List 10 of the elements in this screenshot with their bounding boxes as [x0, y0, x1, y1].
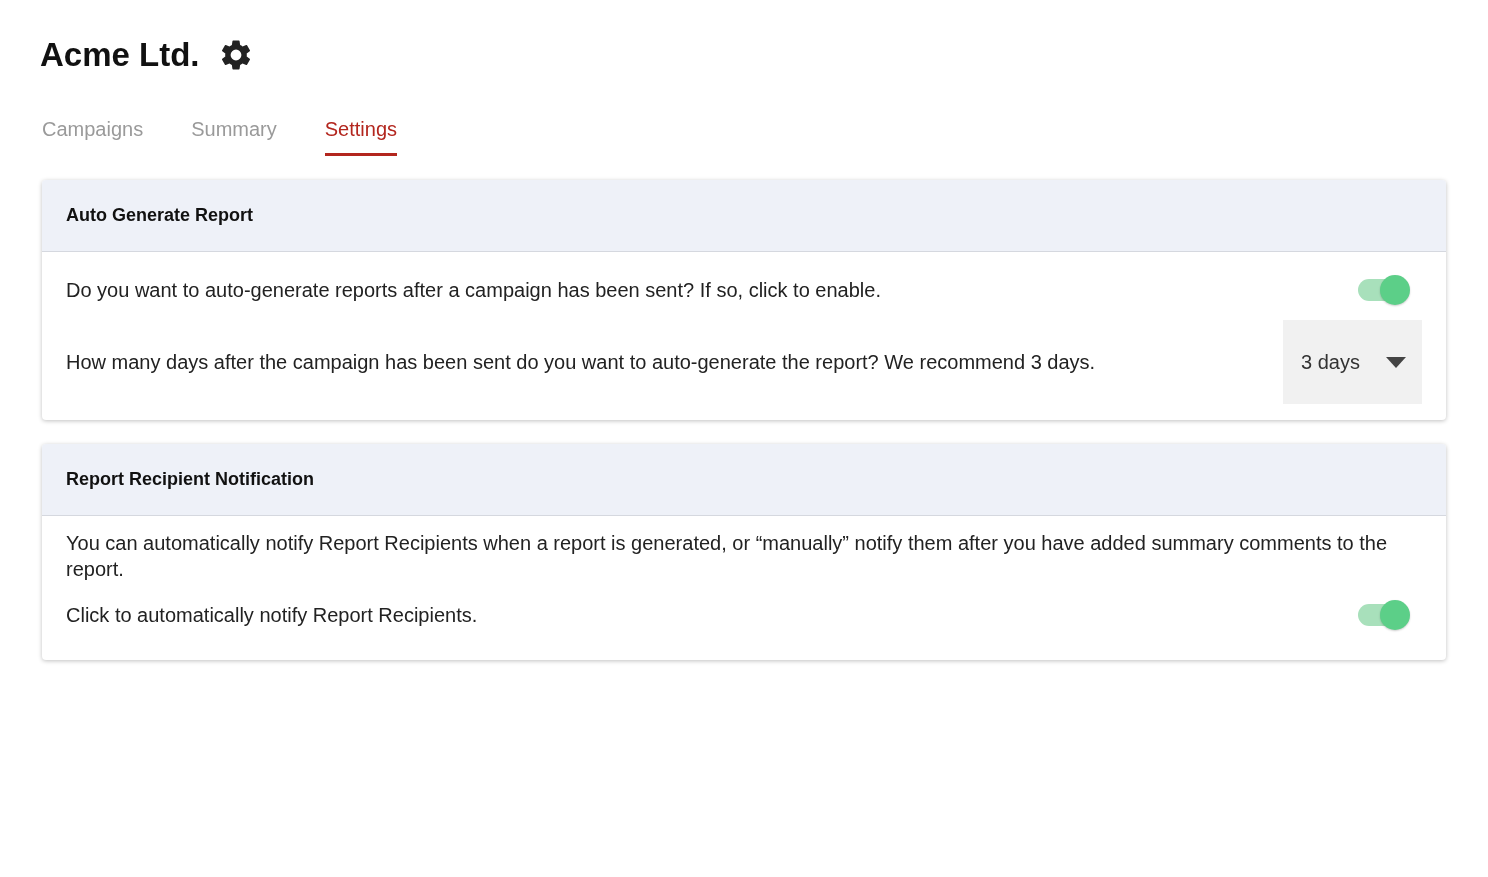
card-title: Report Recipient Notification: [66, 469, 314, 490]
setting-text: Click to automatically notify Report Recipients.: [66, 603, 478, 628]
setting-text: You can automatically notify Report Recipients when a report is generated, or “manually” notify them after you have added summary comments to the report.: [66, 531, 1389, 582]
days-dropdown[interactable]: 3 days: [1283, 320, 1422, 404]
card-title: Auto Generate Report: [66, 205, 254, 226]
setting-text: Do you want to auto-generate reports after a campaign has been sent? If so, click to enable.: [66, 278, 881, 303]
tab[interactable]: Settings: [324, 118, 397, 156]
caret-icon: [1386, 356, 1406, 368]
company-title: Acme Ltd.: [40, 36, 200, 74]
setting-text: How many days after the campaign has been sent do you want to auto-generate the report? We recommend 3 days.: [66, 350, 1096, 375]
